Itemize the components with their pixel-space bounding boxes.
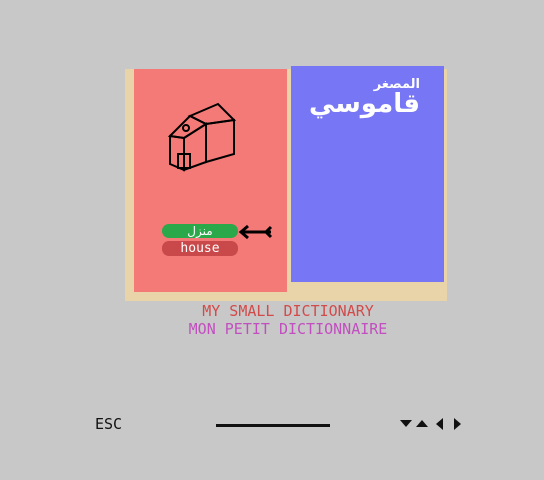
arabic-title-big: قاموسي — [308, 89, 420, 119]
esc-label[interactable]: ESC — [95, 415, 122, 433]
french-title: MON PETIT DICTIONNAIRE — [188, 320, 388, 338]
down-arrow-icon — [400, 420, 412, 427]
up-arrow-icon — [416, 420, 428, 427]
house-icon — [167, 102, 237, 172]
left-arrow-icon — [436, 418, 443, 430]
right-arrow-icon — [454, 418, 461, 430]
english-word-badge: house — [162, 241, 238, 256]
navigation-arrows — [400, 418, 461, 430]
footer-divider — [216, 424, 330, 427]
english-title: MY SMALL DICTIONARY — [202, 302, 374, 320]
arabic-title: المصغر قاموسي — [300, 78, 420, 126]
arrow-left-icon — [238, 224, 273, 240]
arabic-word-badge: منزل — [162, 224, 238, 238]
